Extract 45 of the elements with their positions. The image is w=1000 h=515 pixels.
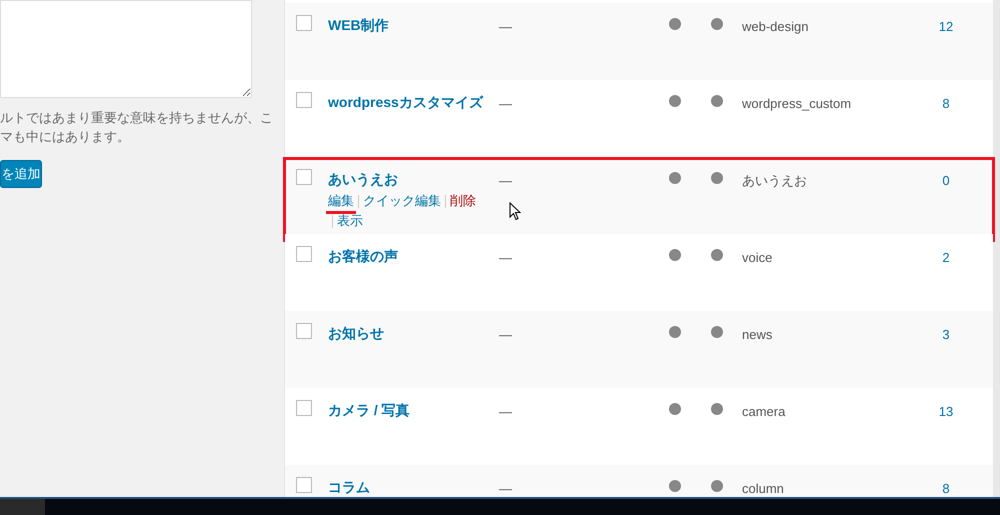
category-name-link[interactable]: コラム (328, 477, 499, 497)
row-checkbox[interactable] (296, 323, 312, 339)
description-text: — (499, 19, 512, 34)
help-text: マも中にはあります。 (0, 128, 131, 146)
description-text: — (499, 96, 512, 111)
post-count-link[interactable]: 0 (942, 173, 950, 188)
row-checkbox[interactable] (296, 246, 312, 262)
description-textarea[interactable] (0, 0, 252, 98)
row-action-link[interactable]: 編集 (326, 191, 356, 214)
description-text: — (499, 173, 512, 188)
category-name-link[interactable]: wordpressカスタマイズ (328, 92, 499, 112)
row-action-link[interactable]: 削除 (450, 191, 476, 211)
add-category-button[interactable]: を追加 (0, 160, 42, 188)
slug-text: voice (742, 250, 772, 265)
row-checkbox[interactable] (296, 169, 312, 185)
row-action-link[interactable]: クイック編集 (363, 191, 441, 211)
category-name-link[interactable]: WEB制作 (328, 15, 499, 35)
mouse-cursor-icon (509, 202, 521, 221)
slug-text: camera (742, 404, 786, 419)
taskbar-button[interactable] (0, 499, 45, 515)
description-text: — (499, 327, 512, 342)
post-count-link[interactable]: 2 (942, 250, 950, 265)
category-name-link[interactable]: お知らせ (328, 323, 499, 343)
row-checkbox[interactable] (296, 477, 312, 493)
row-action-link[interactable]: 表示 (337, 211, 363, 231)
category-name-link[interactable]: あいうえお (328, 169, 499, 189)
description-text: — (499, 250, 512, 265)
post-count-link[interactable]: 12 (938, 19, 954, 34)
slug-text: web-design (742, 19, 808, 34)
slug-text: wordpress_custom (742, 96, 852, 111)
help-text: ルトではあまり重要な意味を持ちませんが、こ (0, 109, 274, 127)
slug-text: column (742, 481, 784, 496)
post-count-link[interactable]: 8 (942, 96, 950, 111)
post-count-link[interactable]: 13 (938, 404, 954, 419)
post-count-link[interactable]: 3 (942, 327, 950, 342)
category-name-link[interactable]: お客様の声 (328, 246, 499, 266)
category-name-link[interactable]: カメラ / 写真 (328, 400, 499, 420)
slug-text: news (742, 327, 772, 342)
description-text: — (499, 481, 512, 496)
row-checkbox[interactable] (296, 92, 312, 108)
row-checkbox[interactable] (296, 15, 312, 31)
description-text: — (499, 404, 512, 419)
row-checkbox[interactable] (296, 400, 312, 416)
post-count-link[interactable]: 8 (942, 481, 950, 496)
slug-text: あいうえお (742, 173, 807, 188)
